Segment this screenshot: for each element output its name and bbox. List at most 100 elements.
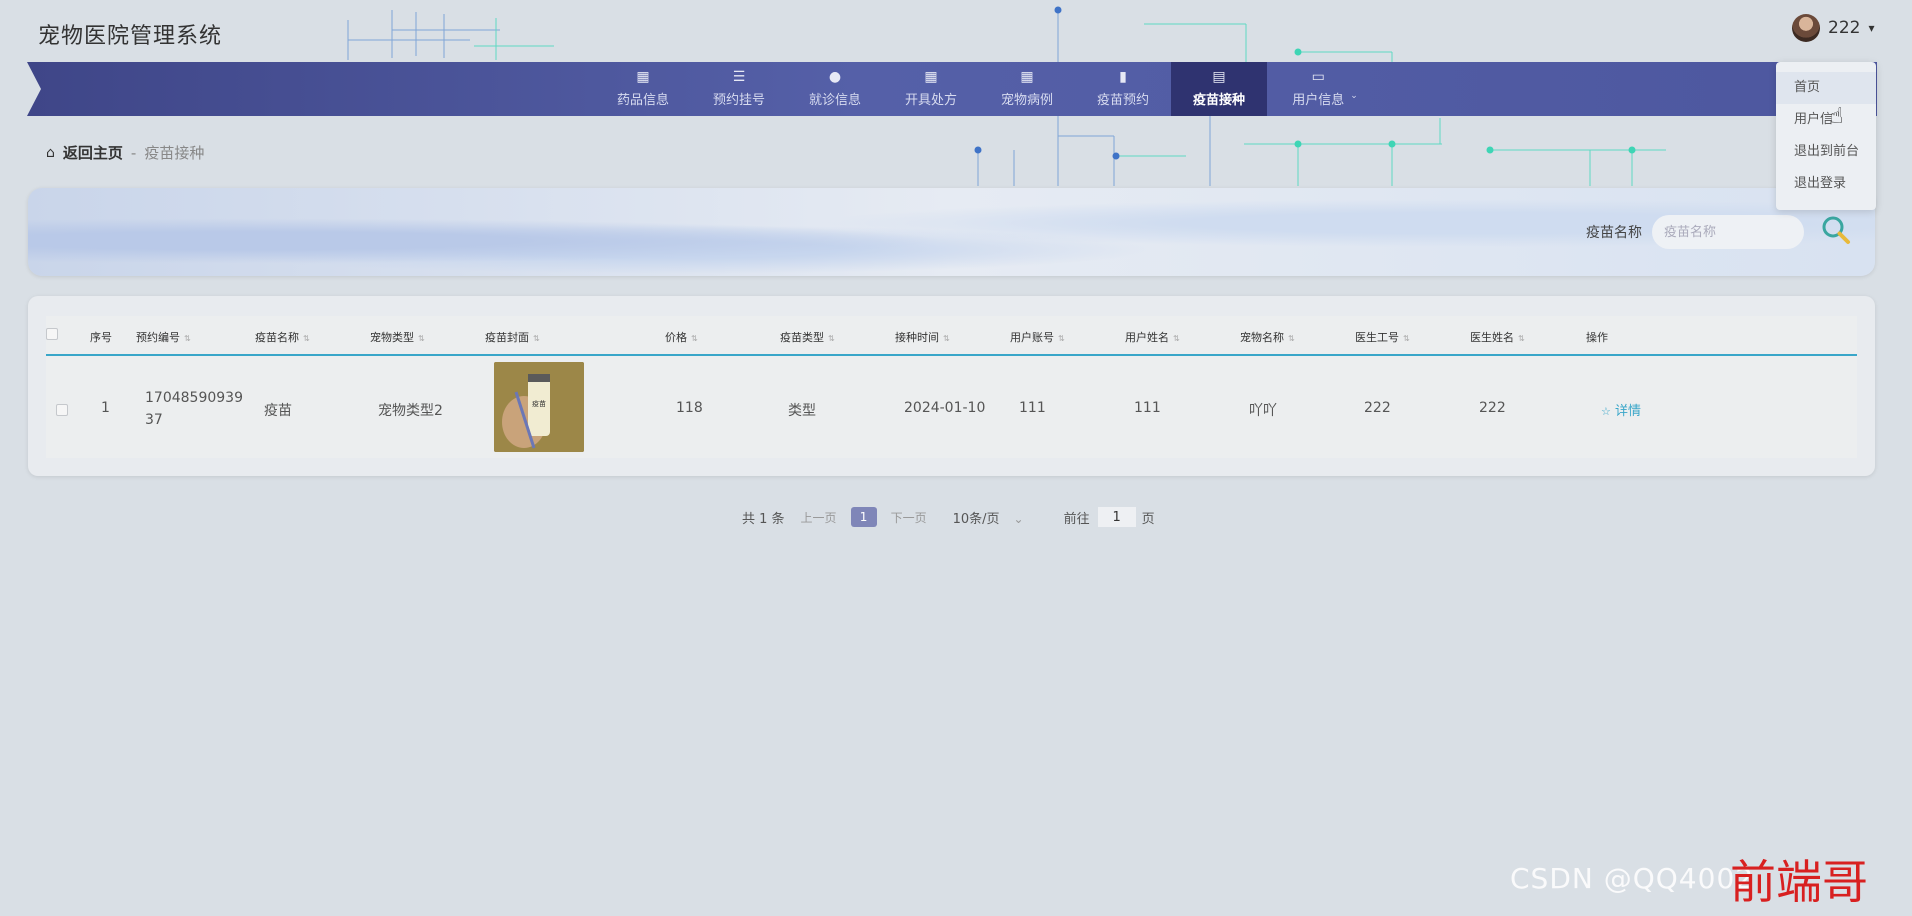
sort-icon[interactable]: ⇅	[1403, 334, 1410, 343]
sort-icon[interactable]: ⇅	[184, 334, 191, 343]
th-appointment-no[interactable]: 预约编号 ⇅	[136, 329, 191, 345]
sort-icon[interactable]: ⇅	[1173, 334, 1180, 343]
search-icon[interactable]	[1820, 214, 1852, 246]
table-header: 序号 预约编号 ⇅ 疫苗名称 ⇅ 宠物类型 ⇅ 疫苗封面 ⇅ 价格 ⇅ 疫苗类型 ⇅ 接种时…	[46, 316, 1857, 356]
th-pet-name[interactable]: 宠物名称 ⇅	[1240, 329, 1295, 345]
chevron-down-icon: ⌄	[1013, 511, 1024, 526]
dropdown-item-logout[interactable]: 退出登录	[1776, 168, 1876, 200]
th-doctor-name[interactable]: 医生姓名 ⇅	[1470, 329, 1525, 345]
nav-item-pet-records[interactable]: ▦ 宠物病例	[979, 62, 1075, 116]
th-label: 医生工号	[1355, 331, 1399, 344]
th-index: 序号	[90, 331, 112, 344]
breadcrumb-home[interactable]: 返回主页	[63, 142, 123, 163]
sort-icon[interactable]: ⇅	[303, 334, 310, 343]
nav-item-vaccination[interactable]: ▤ 疫苗接种	[1171, 62, 1267, 116]
th-user-name[interactable]: 用户姓名 ⇅	[1125, 329, 1180, 345]
home-icon[interactable]: ⌂	[46, 145, 55, 161]
th-label: 疫苗封面	[485, 331, 529, 344]
dropdown-item-user-info[interactable]: 用户信	[1776, 104, 1876, 136]
cell-price: 118	[676, 400, 703, 416]
breadcrumb: ⌂ 返回主页 - 疫苗接种	[46, 142, 204, 163]
nav-item-label: 用户信息	[1292, 93, 1345, 108]
detail-button[interactable]: ☆ 详情	[1601, 400, 1641, 419]
csdn-watermark: CSDN @QQ4002	[1510, 862, 1755, 895]
cell-user-account: 111	[1019, 400, 1046, 416]
pager-goto-label: 前往	[1063, 511, 1090, 527]
chart-icon: ▮	[1119, 69, 1127, 85]
sort-icon[interactable]: ⇅	[533, 334, 540, 343]
sort-icon[interactable]: ⇅	[691, 334, 698, 343]
sort-icon[interactable]: ⇅	[1058, 334, 1065, 343]
vaccine-cover-image[interactable]: 疫苗	[494, 362, 584, 452]
sort-icon[interactable]: ⇅	[1288, 334, 1295, 343]
nav-item-vaccine-booking[interactable]: ▮ 疫苗预约	[1075, 62, 1171, 116]
star-icon: ☆	[1601, 405, 1611, 418]
grid-icon: ▦	[924, 69, 938, 85]
th-label: 疫苗名称	[255, 331, 299, 344]
th-price[interactable]: 价格 ⇅	[665, 329, 698, 345]
pager-prev[interactable]: 上一页	[801, 509, 837, 526]
pager-size-label: 10条/页	[952, 511, 1000, 527]
nav-item-drugs[interactable]: ▦ 药品信息	[595, 62, 691, 116]
row-checkbox[interactable]	[56, 404, 68, 416]
cell-doctor-name: 222	[1479, 400, 1506, 416]
cell-text: 17048590939	[145, 390, 243, 406]
th-user-account[interactable]: 用户账号 ⇅	[1010, 329, 1065, 345]
th-vaccine-type[interactable]: 疫苗类型 ⇅	[780, 329, 835, 345]
nav-item-prescription[interactable]: ▦ 开具处方	[883, 62, 979, 116]
th-label: 用户姓名	[1125, 331, 1169, 344]
nav-item-appointment[interactable]: ☰ 预约挂号	[691, 62, 787, 116]
data-table: 序号 预约编号 ⇅ 疫苗名称 ⇅ 宠物类型 ⇅ 疫苗封面 ⇅ 价格 ⇅ 疫苗类型 ⇅ 接种时…	[46, 316, 1857, 458]
user-menu[interactable]: 222 ▾	[1792, 14, 1874, 42]
cell-pet-type: 宠物类型2	[378, 403, 443, 419]
th-pet-type[interactable]: 宠物类型 ⇅	[370, 329, 425, 345]
detail-label: 详情	[1615, 404, 1642, 419]
select-all-checkbox[interactable]	[46, 328, 58, 340]
th-cover[interactable]: 疫苗封面 ⇅	[485, 329, 540, 345]
pagination: 共 1 条 上一页 1 下一页 10条/页 ⌄ 前往 页	[742, 506, 1155, 528]
avatar[interactable]	[1792, 14, 1820, 42]
grid-icon: ▦	[1020, 69, 1034, 85]
sort-icon[interactable]: ⇅	[1518, 334, 1525, 343]
clipboard-icon: ▤	[1212, 69, 1226, 85]
user-name[interactable]: 222	[1828, 18, 1860, 38]
list-icon: ☰	[732, 69, 746, 85]
sort-icon[interactable]: ⇅	[943, 334, 950, 343]
dropdown-item-frontend[interactable]: 退出到前台	[1776, 136, 1876, 168]
nav-item-label: 就诊信息	[808, 93, 861, 108]
pager-current-page[interactable]: 1	[850, 507, 877, 527]
user-dropdown-menu: 首页 用户信 退出到前台 退出登录	[1776, 62, 1876, 210]
hand-cursor-icon: ☝	[1830, 104, 1844, 129]
th-label: 宠物类型	[370, 331, 414, 344]
th-action: 操作	[1586, 331, 1608, 344]
nav-item-label: 宠物病例	[1000, 93, 1053, 108]
grid-icon: ▦	[636, 69, 650, 85]
search-input[interactable]	[1652, 215, 1804, 249]
sort-icon[interactable]: ⇅	[828, 334, 835, 343]
pager-size-select[interactable]: 10条/页 ⌄	[953, 508, 1024, 527]
th-label: 医生姓名	[1470, 331, 1514, 344]
dropdown-item-home[interactable]: 首页	[1776, 72, 1876, 104]
pager-total: 共 1 条	[742, 511, 785, 527]
sort-icon[interactable]: ⇅	[418, 334, 425, 343]
th-doctor-no[interactable]: 医生工号 ⇅	[1355, 329, 1410, 345]
th-time[interactable]: 接种时间 ⇅	[895, 329, 950, 345]
cell-pet-name: 吖吖	[1249, 403, 1277, 419]
nav-item-visits[interactable]: ● 就诊信息	[787, 62, 883, 116]
chevron-down-icon: ⌄	[1350, 91, 1358, 101]
th-label: 疫苗类型	[780, 331, 824, 344]
th-label: 预约编号	[136, 331, 180, 344]
cell-appointment-no: 17048590939	[145, 390, 243, 406]
nav-item-label: 预约挂号	[712, 93, 765, 108]
pager-goto-input[interactable]	[1097, 507, 1136, 527]
nav-item-user-info[interactable]: ▭ 用户信息 ⌄	[1267, 62, 1383, 116]
pager-next[interactable]: 下一页	[891, 509, 927, 526]
vaccine-vial-illustration: 疫苗	[494, 362, 584, 452]
app-title: 宠物医院管理系统	[38, 24, 223, 49]
card-icon: ▭	[1311, 69, 1325, 85]
vial-label: 疫苗	[532, 399, 546, 408]
cell-user-name: 111	[1134, 400, 1161, 416]
th-label: 接种时间	[895, 331, 939, 344]
th-vaccine-name[interactable]: 疫苗名称 ⇅	[255, 329, 310, 345]
caret-down-icon[interactable]: ▾	[1868, 21, 1874, 35]
